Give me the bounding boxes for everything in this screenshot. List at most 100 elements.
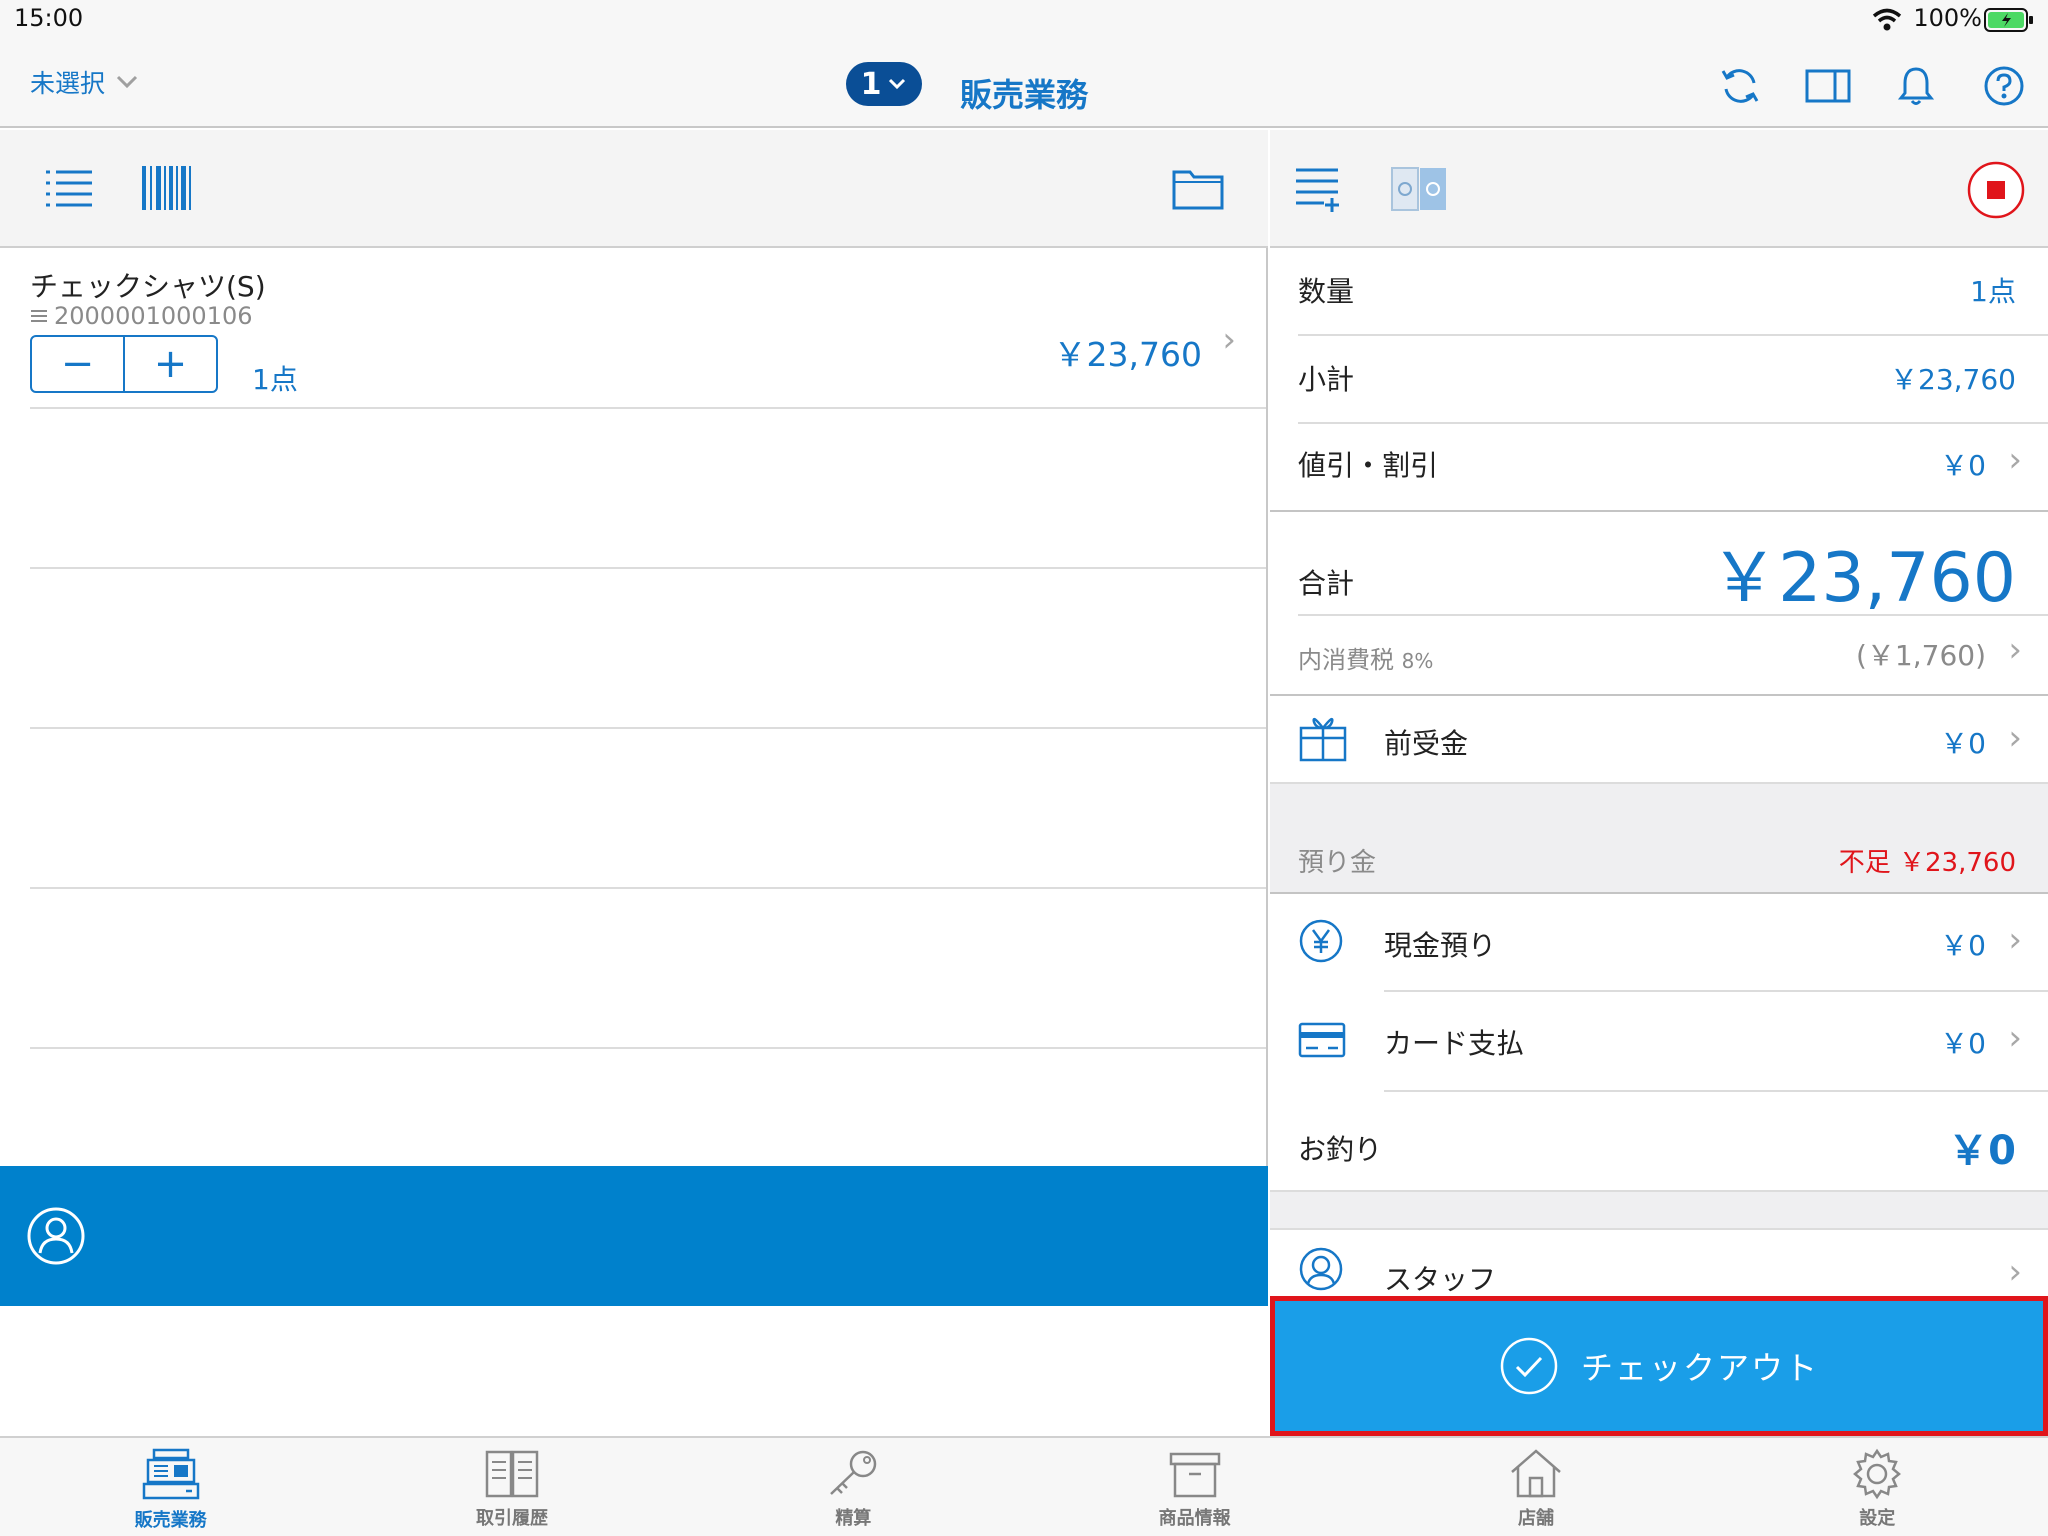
tab-bar: 販売業務 取引履歴 精算 商品情報 店舗 設定 <box>0 1436 2048 1536</box>
tab-label: 取引履歴 <box>475 1508 548 1529</box>
barcode-icon[interactable] <box>142 166 194 210</box>
register-number: 1 <box>860 66 882 102</box>
quantity-stepper: − + <box>30 335 218 393</box>
tab-label: 商品情報 <box>1158 1508 1231 1529</box>
barcode-small-icon <box>31 310 47 322</box>
sync-icon <box>1721 69 1759 103</box>
item-name: チェックシャツ(S) <box>30 270 266 303</box>
summary-discount-row[interactable]: 値引・割引 ￥0 › <box>1270 440 2048 484</box>
wifi-icon <box>1872 8 1902 31</box>
tab-store[interactable]: 店舗 <box>1365 1438 1706 1536</box>
summary-advance-row[interactable]: 前受金 ￥0 › <box>1270 696 2048 782</box>
status-bar: 15:00 100% <box>0 0 2048 40</box>
cash-payment-row[interactable]: 現金預り ￥0 › <box>1270 894 2048 990</box>
row-divider <box>30 1047 1266 1049</box>
quantity-value: 1点 <box>1970 275 2016 308</box>
store-selector[interactable]: 未選択 <box>30 64 139 100</box>
chevron-right-icon: › <box>2008 920 2022 960</box>
increment-button[interactable]: + <box>123 337 216 391</box>
cash-value: ￥0 <box>1940 929 1986 962</box>
cart-toolbar <box>0 130 1268 248</box>
summary-toolbar <box>1270 130 2048 248</box>
chevron-right-icon: › <box>2008 718 2022 758</box>
notifications-button[interactable] <box>1892 62 1940 110</box>
tax-label: 内消費税 <box>1298 646 1394 674</box>
staff-icon <box>1299 1247 1343 1291</box>
section-spacer <box>1270 1190 2048 1230</box>
quantity-label: 数量 <box>1298 275 1355 308</box>
chevron-right-icon: › <box>1222 320 1236 360</box>
split-view-button[interactable] <box>1804 62 1852 110</box>
card-label: カード支払 <box>1384 1027 1525 1060</box>
tab-settlement[interactable]: 精算 <box>683 1438 1024 1536</box>
shortage-label: 不足 <box>1838 848 1891 878</box>
change-value: ￥0 <box>1948 1128 2016 1174</box>
change-row: お釣り ￥0 <box>1270 1092 2048 1190</box>
divider <box>1270 510 2048 512</box>
advance-label: 前受金 <box>1384 727 1469 760</box>
advance-value: ￥0 <box>1940 727 1986 760</box>
chevron-down-icon <box>889 78 906 90</box>
tab-history[interactable]: 取引履歴 <box>341 1438 682 1536</box>
add-to-list-icon[interactable] <box>1294 166 1342 214</box>
discount-label: 値引・割引 <box>1298 449 1439 482</box>
credit-card-icon <box>1298 1022 1346 1058</box>
discount-value: ￥0 <box>1940 449 1986 482</box>
cash-label: 現金預り <box>1384 929 1497 962</box>
help-icon <box>1984 66 2024 106</box>
tab-products[interactable]: 商品情報 <box>1024 1438 1365 1536</box>
list-view-icon[interactable] <box>44 168 94 208</box>
summary-subtotal-row: 小計 ￥23,760 <box>1270 358 2048 396</box>
tab-label: 販売業務 <box>134 1510 207 1531</box>
tab-settings[interactable]: 設定 <box>1707 1438 2048 1536</box>
decrement-button[interactable]: − <box>32 337 123 391</box>
chevron-right-icon: › <box>2008 1252 2022 1292</box>
tab-sales[interactable]: 販売業務 <box>0 1438 341 1536</box>
checkout-label: チェックアウト <box>1580 1349 1819 1387</box>
summary-pane: 数量 1点 小計 ￥23,760 値引・割引 ￥0 › 合計 ￥23,760 内… <box>1270 130 2048 1296</box>
total-value: ￥23,760 <box>1710 539 2016 618</box>
box-icon <box>1169 1452 1220 1498</box>
page-title: 販売業務 <box>960 76 1089 114</box>
divider <box>1298 422 2048 424</box>
sidebar-icon <box>1805 69 1851 103</box>
chevron-right-icon: › <box>2008 440 2022 480</box>
house-icon <box>1511 1449 1561 1498</box>
customer-icon[interactable] <box>26 1206 86 1266</box>
receipt-toggle-icon[interactable] <box>1390 166 1448 212</box>
battery-percent: 100% <box>1913 4 1982 32</box>
register-icon <box>142 1448 199 1500</box>
tab-label: 設定 <box>1859 1508 1896 1529</box>
summary-tax-row[interactable]: 内消費税 8% (￥1,760) › <box>1270 630 2048 674</box>
row-divider <box>30 407 1266 409</box>
tab-label: 店舗 <box>1517 1508 1554 1529</box>
row-divider <box>30 567 1266 569</box>
checkout-button[interactable]: チェックアウト <box>1270 1296 2048 1436</box>
shortage-group: 不足 ￥23,760 <box>1839 842 2016 879</box>
shortage-value: ￥23,760 <box>1899 848 2016 878</box>
folder-icon[interactable] <box>1172 166 1224 210</box>
staff-row[interactable]: スタッフ › <box>1270 1230 2048 1296</box>
key-icon <box>830 1450 877 1495</box>
summary-total-row: 合計 ￥23,760 <box>1270 520 2048 620</box>
divider <box>1298 334 2048 336</box>
sync-button[interactable] <box>1716 62 1764 110</box>
stop-icon[interactable] <box>1966 160 2026 220</box>
register-selector[interactable]: 1 <box>846 62 922 106</box>
card-payment-row[interactable]: カード支払 ￥0 › <box>1270 992 2048 1090</box>
gift-icon <box>1299 717 1347 762</box>
total-label: 合計 <box>1298 567 1355 600</box>
customer-bar <box>0 1166 1268 1306</box>
item-price: ￥23,760 <box>1053 335 1202 374</box>
chevron-down-icon <box>116 75 138 89</box>
nav-bar: 未選択 1 販売業務 <box>0 40 2048 128</box>
help-button[interactable] <box>1980 62 2028 110</box>
tax-value: (￥1,760) <box>1855 639 1986 672</box>
subtotal-label: 小計 <box>1298 363 1355 396</box>
store-selector-label: 未選択 <box>30 69 106 98</box>
change-label: お釣り <box>1298 1133 1383 1166</box>
item-code: 2000001000106 <box>54 302 253 330</box>
summary-quantity-row: 数量 1点 <box>1270 270 2048 308</box>
book-icon <box>485 1450 539 1498</box>
deposit-label: 預り金 <box>1298 848 1377 878</box>
